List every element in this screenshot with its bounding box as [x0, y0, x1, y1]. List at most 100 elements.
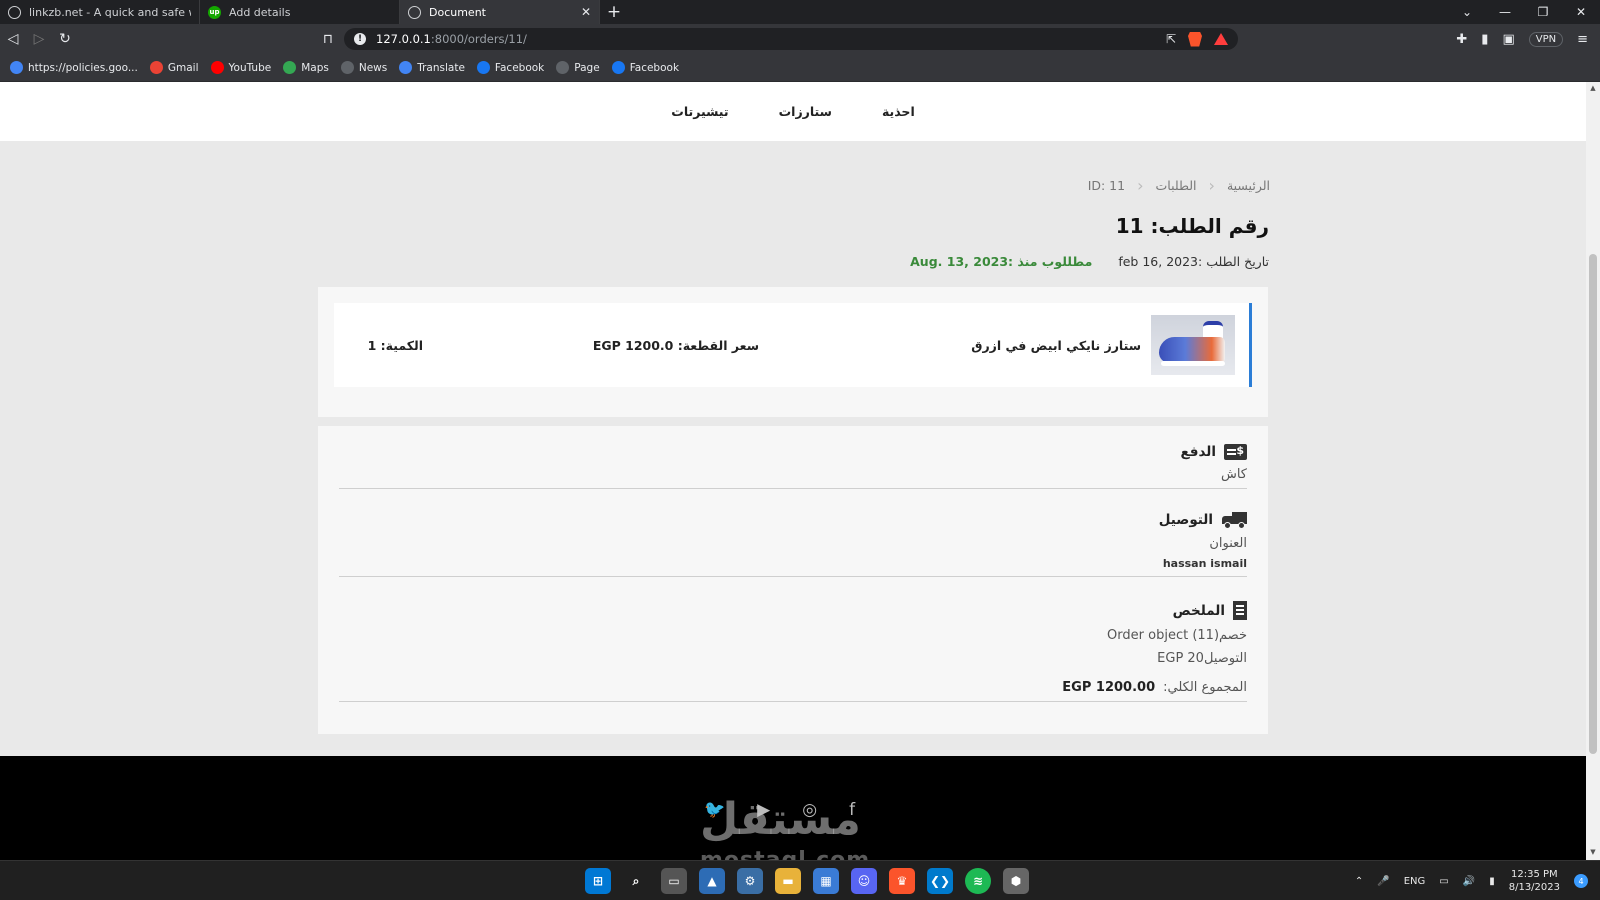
site-footer: 🐦 ▶ ◎ f مستقل mostaql.com — [0, 756, 1586, 860]
clock-date: 8/13/2023 — [1508, 882, 1560, 893]
brave-rewards-icon[interactable] — [1214, 33, 1228, 45]
payment-title: الدفع — [1180, 444, 1216, 460]
facebook-icon — [611, 61, 625, 74]
store-icon[interactable]: ▦ — [813, 868, 839, 894]
bookmark-item[interactable]: Facebook — [611, 61, 679, 74]
volume-icon[interactable]: 🔊 — [1463, 876, 1475, 887]
globe-icon — [556, 61, 570, 74]
search-icon[interactable]: ⌕ — [623, 868, 649, 894]
wallet-icon[interactable]: ▣ — [1502, 32, 1514, 47]
network-icon[interactable]: ▭ — [1439, 876, 1448, 887]
watermark: مستقل — [700, 794, 861, 845]
back-icon[interactable]: ◁ — [0, 31, 26, 47]
tab-title: Add details — [229, 5, 291, 19]
bookmark-item[interactable]: https://policies.goo... — [10, 61, 138, 74]
tab-linkzb[interactable]: linkzb.net - A quick and safe way to b — [0, 0, 200, 24]
bookmark-item[interactable]: YouTube — [210, 61, 271, 74]
product-name[interactable]: ستارز نايكي ابيض في ازرق — [951, 338, 1141, 353]
breadcrumb-orders[interactable]: الطلبات — [1156, 178, 1197, 193]
nav-item-shoes[interactable]: احذية — [882, 104, 915, 119]
brave-icon[interactable]: ♛ — [889, 868, 915, 894]
bookmark-label: Facebook — [494, 61, 545, 74]
breadcrumb-home[interactable]: الرئيسية — [1227, 178, 1270, 193]
bookmark-label: Page — [574, 61, 600, 74]
extensions-icon[interactable]: ✚ — [1456, 32, 1467, 47]
spotify-icon[interactable]: ≋ — [965, 868, 991, 894]
bookmark-label: News — [358, 61, 388, 74]
reload-icon[interactable]: ↻ — [52, 31, 78, 47]
youtube-icon — [210, 61, 224, 74]
bookmark-item[interactable]: Facebook — [476, 61, 545, 74]
nav-item-stars[interactable]: ستارزات — [779, 104, 832, 119]
microphone-icon[interactable]: 🎤 — [1377, 876, 1389, 887]
address-label: العنوان — [1209, 536, 1247, 551]
order-items-card: ستارز نايكي ابيض في ازرق سعر القطعة: EGP… — [318, 287, 1268, 417]
file-explorer-icon[interactable]: ▬ — [775, 868, 801, 894]
summary-title: الملخص — [1172, 602, 1225, 619]
breadcrumb-current: ID: 11 — [1087, 178, 1126, 193]
restore-button[interactable]: ❐ — [1524, 5, 1562, 19]
nav-item-tshirts[interactable]: تيشيرتات — [671, 104, 728, 119]
clock[interactable]: 12:35 PM 8/13/2023 — [1509, 868, 1560, 894]
unit-price: سعر القطعة: EGP 1200.0 — [592, 337, 759, 353]
divider — [339, 701, 1247, 702]
google-icon — [10, 61, 23, 74]
minimize-button[interactable]: — — [1486, 5, 1524, 19]
battery-icon[interactable]: ▮ — [1489, 876, 1495, 887]
receipt-icon — [1233, 601, 1247, 620]
product-image[interactable] — [1151, 315, 1235, 375]
sidebar-icon[interactable]: ▮ — [1481, 32, 1488, 47]
close-window-button[interactable]: ✕ — [1562, 5, 1600, 19]
scroll-up-icon[interactable]: ▲ — [1586, 84, 1600, 92]
menu-icon[interactable]: ≡ — [1577, 32, 1588, 47]
settings-icon[interactable]: ⚙ — [737, 868, 763, 894]
new-tab-button[interactable]: + — [600, 0, 628, 24]
browser-toolbar: ◁ ▷ ↻ ⊓ ! 127.0.0.1:8000/orders/11/ ⇱ ✚ … — [0, 24, 1600, 54]
tab-document[interactable]: Document ✕ — [400, 0, 600, 24]
tab-add-details[interactable]: up Add details — [200, 0, 400, 24]
chevron-left-icon: ‹ — [1137, 176, 1144, 195]
tab-strip: linkzb.net - A quick and safe way to b u… — [0, 0, 1600, 24]
share-icon[interactable]: ⇱ — [1166, 32, 1176, 46]
tray-chevron-icon[interactable]: ⌃ — [1355, 876, 1363, 887]
vpn-button[interactable]: VPN — [1528, 31, 1564, 47]
shoe-sole — [1161, 361, 1225, 366]
bookmark-item[interactable]: News — [340, 61, 388, 74]
bookmark-item[interactable]: Gmail — [149, 61, 199, 74]
order-details-card: الدفع كاش التوصيل العنوان hassan ismail … — [318, 426, 1268, 734]
address-bar[interactable]: ! 127.0.0.1:8000/orders/11/ ⇱ — [344, 28, 1238, 50]
windows-start-icon[interactable]: ⊞ — [585, 868, 611, 894]
bookmark-item[interactable]: Translate — [399, 61, 465, 74]
brave-shields-icon[interactable] — [1188, 31, 1202, 47]
page-scrollbar[interactable]: ▲ ▼ — [1586, 82, 1600, 860]
forward-icon[interactable]: ▷ — [26, 31, 52, 47]
app-icon[interactable]: ⬢ — [1003, 868, 1029, 894]
bookmark-label: Gmail — [167, 61, 199, 74]
bookmark-item[interactable]: Page — [556, 61, 600, 74]
order-meta: تاريخ الطلب :feb 16, 2023 مطللوب منذ :Au… — [910, 254, 1269, 269]
site-info-icon[interactable]: ! — [354, 33, 366, 45]
scroll-down-icon[interactable]: ▼ — [1586, 848, 1600, 856]
scrollbar-thumb[interactable] — [1589, 254, 1597, 754]
photos-icon[interactable]: ▲ — [699, 868, 725, 894]
tab-title: Document — [429, 5, 486, 19]
order-item-row: ستارز نايكي ابيض في ازرق سعر القطعة: EGP… — [334, 303, 1252, 387]
discord-icon[interactable]: ☺ — [851, 868, 877, 894]
tab-search-icon[interactable]: ⌄ — [1448, 5, 1486, 19]
page-viewport: احذية ستارزات تيشيرتات الرئيسية ‹ الطلبا… — [0, 82, 1586, 860]
gmail-icon — [149, 61, 163, 74]
task-view-icon[interactable]: ▭ — [661, 868, 687, 894]
bookmark-item[interactable]: Maps — [283, 61, 329, 74]
bookmark-label: Maps — [301, 61, 329, 74]
site-nav: احذية ستارزات تيشيرتات — [0, 82, 1586, 141]
notifications-badge[interactable]: 4 — [1574, 874, 1588, 888]
shoe-body — [1159, 337, 1225, 363]
discount-line: خصم(11) Order object — [1107, 628, 1247, 643]
bookmark-label: Translate — [417, 61, 465, 74]
close-tab-icon[interactable]: ✕ — [581, 5, 591, 19]
bookmark-icon[interactable]: ⊓ — [318, 32, 338, 47]
customer-name: hassan ismail — [1162, 557, 1247, 570]
vscode-icon[interactable]: ❮❯ — [927, 868, 953, 894]
divider — [339, 488, 1247, 489]
language-indicator[interactable]: ENG — [1404, 876, 1426, 887]
